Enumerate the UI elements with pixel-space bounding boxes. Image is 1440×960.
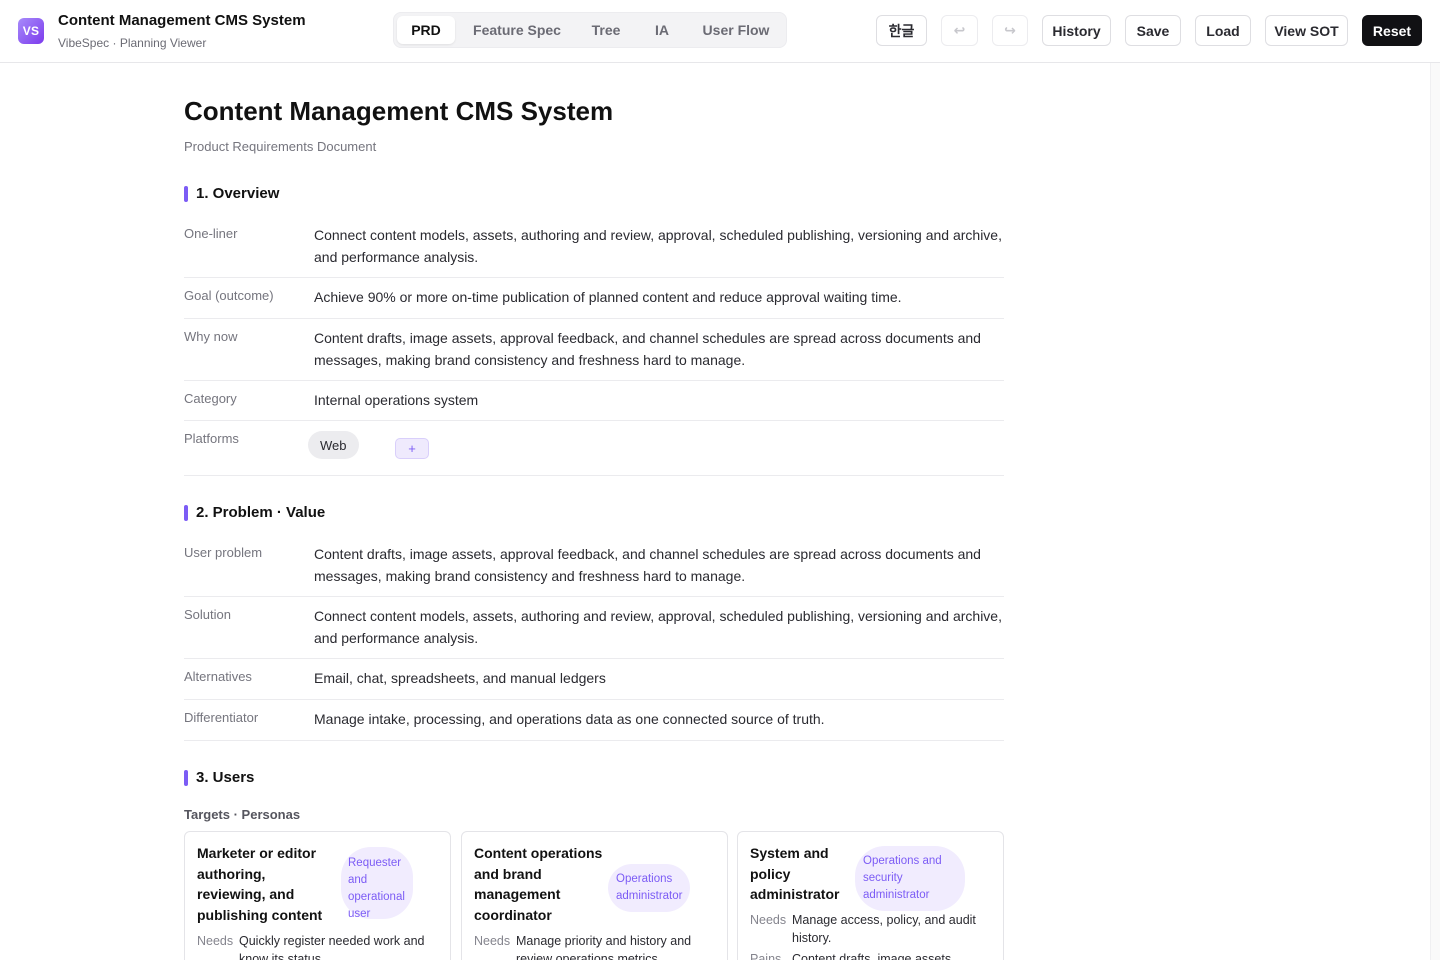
field-value[interactable]: Connect content models, assets, authorin… [314, 606, 1004, 649]
section-heading-overview: 1. Overview [184, 184, 279, 204]
personas-subheading: Targets · Personas [184, 807, 301, 822]
field-label: One-liner [184, 226, 238, 241]
tab-tree[interactable]: Tree [578, 16, 634, 44]
view-sot-button[interactable]: View SOT [1265, 15, 1348, 46]
field-label: Solution [184, 607, 231, 622]
undo-button[interactable]: ↩ [941, 15, 978, 46]
platforms-row: Platforms Web + [184, 421, 1004, 476]
persona-card[interactable]: System and policy administrator Operatio… [737, 831, 1004, 960]
section-heading-problem-value: 2. Problem · Value [184, 503, 325, 523]
field-row: One-liner Connect content models, assets… [184, 216, 1004, 278]
field-value[interactable]: Email, chat, spreadsheets, and manual le… [314, 668, 1004, 690]
document-subtitle: Product Requirements Document [184, 139, 377, 154]
persona-title: Content operations and brand management … [474, 845, 603, 923]
field-label: Alternatives [184, 669, 252, 684]
reset-button[interactable]: Reset [1362, 15, 1422, 46]
persona-needs-label: Needs [474, 934, 511, 948]
persona-role-badge: Operations administrator [608, 864, 690, 912]
tab-user-flow[interactable]: User Flow [690, 16, 782, 44]
field-row: User problem Content drafts, image asset… [184, 535, 1004, 597]
field-row: Goal (outcome) Achieve 90% or more on-ti… [184, 278, 1004, 319]
persona-needs: Quickly register needed work and know it… [239, 934, 425, 960]
persona-needs-label: Needs [750, 913, 787, 927]
persona-needs: Manage access, policy, and audit history… [792, 913, 976, 945]
view-tabs: PRD Feature Spec Tree IA User Flow [393, 12, 787, 48]
persona-pains-label: Pains [750, 952, 782, 960]
persona-needs-label: Needs [197, 934, 234, 948]
field-label: Differentiator [184, 710, 259, 725]
tab-prd[interactable]: PRD [397, 16, 455, 44]
field-value[interactable]: Achieve 90% or more on-time publication … [314, 287, 1004, 309]
field-label: Why now [184, 329, 238, 344]
document-title: Content Management CMS System [184, 96, 614, 126]
add-platform-button[interactable]: + [395, 438, 429, 459]
page-scrollbar[interactable] [1430, 63, 1440, 960]
field-value[interactable]: Internal operations system [314, 390, 1004, 412]
persona-card[interactable]: Content operations and brand management … [461, 831, 728, 960]
persona-role-badge: Operations and security administrator [855, 846, 965, 911]
section-heading-users: 3. Users [184, 768, 254, 788]
persona-title: Marketer or editor authoring, reviewing,… [197, 845, 323, 923]
field-row: Why now Content drafts, image assets, ap… [184, 319, 1004, 381]
tab-ia[interactable]: IA [640, 16, 684, 44]
redo-button[interactable]: ↪ [992, 15, 1028, 46]
field-row: Differentiator Manage intake, processing… [184, 700, 1004, 741]
field-row: Alternatives Email, chat, spreadsheets, … [184, 659, 1004, 700]
top-bar: VS Content Management CMS System VibeSpe… [0, 0, 1440, 63]
language-toggle-button[interactable]: 한글 [876, 15, 927, 46]
field-value[interactable]: Content drafts, image assets, approval f… [314, 544, 1004, 587]
app-subtitle: VibeSpec · Planning Viewer [58, 36, 207, 50]
save-button[interactable]: Save [1125, 15, 1181, 46]
persona-needs: Manage priority and history and review o… [516, 934, 692, 960]
persona-title: System and policy administrator [750, 845, 840, 902]
undo-icon: ↩ [953, 22, 966, 38]
field-value[interactable]: Manage intake, processing, and operation… [314, 709, 1004, 731]
persona-pains: Content drafts, image assets [792, 952, 952, 960]
field-row: Category Internal operations system [184, 381, 1004, 421]
app-logo-icon: VS [18, 18, 44, 44]
field-label: Goal (outcome) [184, 288, 274, 303]
field-value[interactable]: Connect content models, assets, authorin… [314, 225, 1004, 268]
field-value[interactable]: Content drafts, image assets, approval f… [314, 328, 1004, 371]
persona-role-badge: Requester and operational user [341, 847, 413, 920]
app-title: Content Management CMS System [58, 12, 306, 29]
redo-icon: ↪ [1004, 22, 1016, 38]
field-label: Category [184, 391, 237, 406]
platform-chip-web[interactable]: Web [308, 431, 359, 459]
field-label: User problem [184, 545, 263, 560]
field-label: Platforms [184, 431, 239, 446]
field-row: Solution Connect content models, assets,… [184, 597, 1004, 659]
load-button[interactable]: Load [1195, 15, 1251, 46]
persona-card[interactable]: Marketer or editor authoring, reviewing,… [184, 831, 451, 960]
tab-feature-spec[interactable]: Feature Spec [462, 16, 572, 44]
history-button[interactable]: History [1042, 15, 1111, 46]
